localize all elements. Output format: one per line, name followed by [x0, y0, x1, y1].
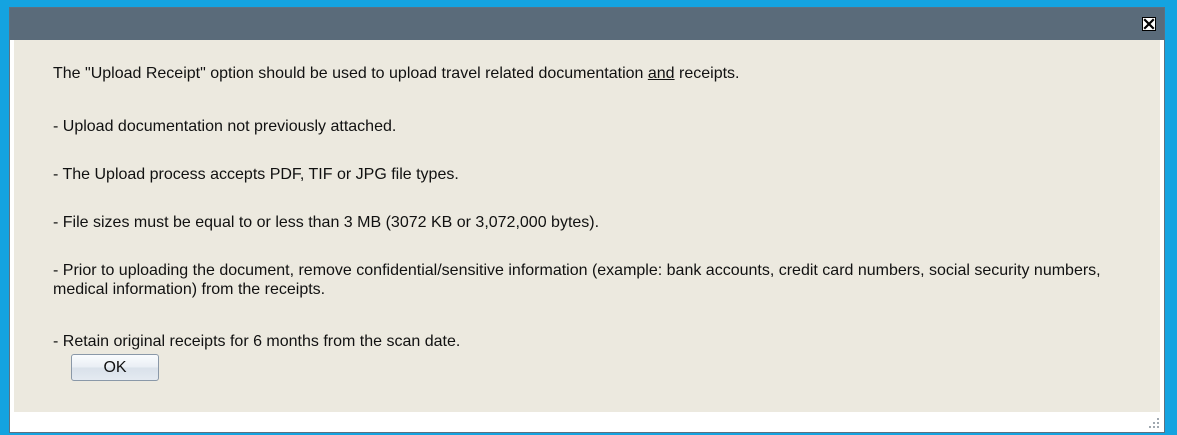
intro-text-before: The "Upload Receipt" option should be us…	[53, 65, 648, 82]
retain-receipts-line: - Retain original receipts for 6 months …	[53, 333, 461, 350]
file-size-line: - File sizes must be equal to or less th…	[53, 214, 600, 231]
close-x-icon	[1143, 18, 1155, 30]
page-background: The "Upload Receipt" option should be us…	[0, 0, 1177, 435]
dialog-content: The "Upload Receipt" option should be us…	[14, 40, 1160, 412]
close-button[interactable]	[1142, 17, 1156, 31]
intro-text: The "Upload Receipt" option should be us…	[53, 64, 1143, 83]
info-dialog: The "Upload Receipt" option should be us…	[9, 7, 1165, 433]
intro-text-underlined: and	[647, 65, 675, 82]
resize-grip-icon[interactable]	[1148, 417, 1160, 429]
dialog-footer	[10, 412, 1164, 432]
confidential-info-line: - Prior to uploading the document, remov…	[53, 262, 1101, 298]
upload-docs-line: - Upload documentation not previously at…	[53, 118, 397, 135]
intro-text-after: receipts.	[674, 65, 740, 82]
dialog-titlebar[interactable]	[10, 8, 1164, 40]
file-types-line: - The Upload process accepts PDF, TIF or…	[53, 166, 459, 183]
ok-button[interactable]: OK	[71, 354, 159, 381]
